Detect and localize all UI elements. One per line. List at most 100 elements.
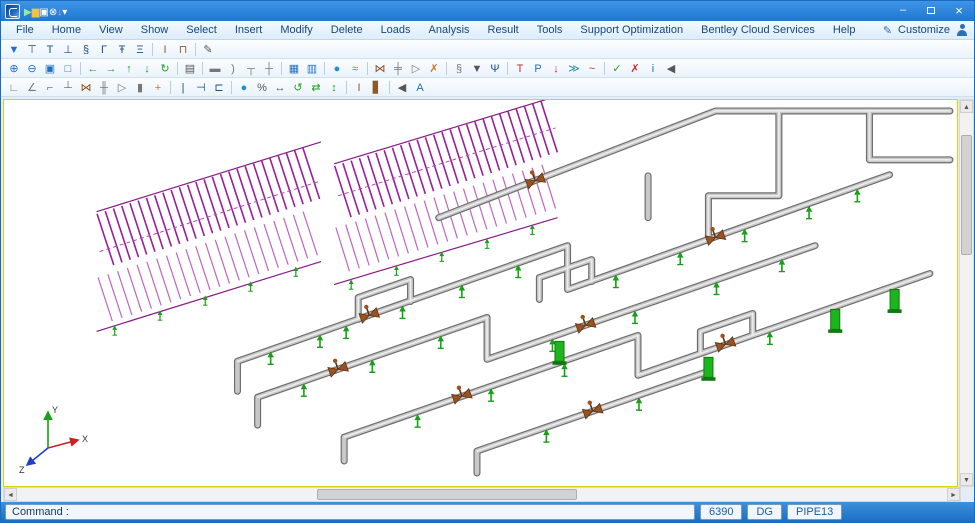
weight-icon[interactable]: ▼ xyxy=(468,60,486,77)
miter-bend-icon[interactable]: ⌐ xyxy=(41,79,59,96)
gate-valve-icon[interactable]: ⋈ xyxy=(77,79,95,96)
audio-note-icon[interactable]: ◀ xyxy=(662,60,680,77)
maximize-button[interactable] xyxy=(918,3,944,19)
menu-item-insert[interactable]: Insert xyxy=(226,22,272,38)
flange-pair-icon[interactable]: ╫ xyxy=(95,79,113,96)
new-model-icon[interactable]: ▶ xyxy=(24,7,32,18)
percent-icon[interactable]: % xyxy=(253,79,271,96)
menu-item-select[interactable]: Select xyxy=(177,22,226,38)
weld-icon[interactable]: ✗ xyxy=(425,60,443,77)
menu-item-delete[interactable]: Delete xyxy=(322,22,372,38)
tee-icon[interactable]: ┬ xyxy=(242,60,260,77)
menu-item-help[interactable]: Help xyxy=(824,22,865,38)
flange-icon[interactable]: ╪ xyxy=(389,60,407,77)
beam-icon[interactable]: I xyxy=(156,41,174,58)
close-button[interactable]: × xyxy=(946,3,972,19)
pan-down-icon[interactable]: ↓ xyxy=(138,60,156,77)
menu-item-analysis[interactable]: Analysis xyxy=(420,22,479,38)
save-icon[interactable]: ▣ xyxy=(39,7,48,18)
frame-icon[interactable]: ⊓ xyxy=(174,41,192,58)
scroll-up-icon[interactable]: ▲ xyxy=(960,100,973,113)
menu-item-loads[interactable]: Loads xyxy=(372,22,420,38)
info-icon[interactable]: i xyxy=(644,60,662,77)
force-icon[interactable]: ↓ xyxy=(547,60,565,77)
model-viewport[interactable]: Y X Z xyxy=(3,99,958,487)
scroll-left-icon[interactable]: ◄ xyxy=(4,488,17,501)
pan-up-icon[interactable]: ↑ xyxy=(120,60,138,77)
grid-icon[interactable]: ▦ xyxy=(285,60,303,77)
column-icon[interactable]: ▋ xyxy=(368,79,386,96)
anchor-icon[interactable]: Ψ xyxy=(486,60,504,77)
menu-item-bentley-cloud-services[interactable]: Bentley Cloud Services xyxy=(692,22,824,38)
drop-icon[interactable]: ● xyxy=(235,79,253,96)
customize-menu[interactable]: Customize xyxy=(898,24,950,36)
check-model-icon[interactable]: ✓ xyxy=(608,60,626,77)
vertical-scrollbar[interactable]: ▲ ▼ xyxy=(959,99,974,487)
support-rod-icon[interactable]: Ŧ xyxy=(113,41,131,58)
rotate-ccw-icon[interactable]: ↺ xyxy=(289,79,307,96)
command-input[interactable]: Command : xyxy=(5,504,695,520)
zoom-in-icon[interactable]: ⊕ xyxy=(5,60,23,77)
print-icon[interactable]: ▤ xyxy=(181,60,199,77)
elbow-45-icon[interactable]: ∠ xyxy=(23,79,41,96)
support-spring-icon[interactable]: § xyxy=(77,41,95,58)
hscroll-thumb[interactable] xyxy=(317,489,577,500)
dimension-icon[interactable]: ↔ xyxy=(271,79,289,96)
delete-icon[interactable]: ✗ xyxy=(626,60,644,77)
menu-item-modify[interactable]: Modify xyxy=(271,22,321,38)
menu-item-view[interactable]: View xyxy=(90,22,132,38)
reducer-con-icon[interactable]: ▷ xyxy=(113,79,131,96)
text-note-icon[interactable]: A xyxy=(411,79,429,96)
hanger-rod-icon[interactable]: | xyxy=(174,79,192,96)
support-guide-icon[interactable]: T xyxy=(41,41,59,58)
quick-access-menu-icon[interactable]: ▾ xyxy=(62,7,67,18)
rotate-view-icon[interactable]: ↻ xyxy=(156,60,174,77)
wind-load-icon[interactable]: ≫ xyxy=(565,60,583,77)
support-anchor-icon[interactable]: ⊤ xyxy=(23,41,41,58)
zoom-out-icon[interactable]: ⊖ xyxy=(23,60,41,77)
cross-icon[interactable]: ┼ xyxy=(260,60,278,77)
vscroll-track[interactable] xyxy=(960,113,973,473)
zoom-extents-icon[interactable]: □ xyxy=(59,60,77,77)
zoom-window-icon[interactable]: ▣ xyxy=(41,60,59,77)
minimize-button[interactable]: – xyxy=(890,3,916,19)
pipe-run-icon[interactable]: ▬ xyxy=(206,60,224,77)
temperature-icon[interactable]: T xyxy=(511,60,529,77)
insulation-icon[interactable]: ≈ xyxy=(346,60,364,77)
scroll-down-icon[interactable]: ▼ xyxy=(960,473,973,486)
valve-icon[interactable]: ⋈ xyxy=(371,60,389,77)
mirror-icon[interactable]: ⇄ xyxy=(307,79,325,96)
hscroll-track[interactable] xyxy=(17,488,947,501)
elbow-90-icon[interactable]: ∟ xyxy=(5,79,23,96)
bend-icon[interactable]: ) xyxy=(224,60,242,77)
stretch-icon[interactable]: ↕ xyxy=(325,79,343,96)
menu-item-show[interactable]: Show xyxy=(132,22,178,38)
edit-pen-icon[interactable]: ✎ xyxy=(199,41,217,58)
section-icon[interactable]: ▥ xyxy=(303,60,321,77)
fluid-drop-icon[interactable]: ● xyxy=(328,60,346,77)
user-account-icon[interactable] xyxy=(956,24,968,36)
reducer-icon[interactable]: ▷ xyxy=(407,60,425,77)
seismic-icon[interactable]: ~ xyxy=(583,60,601,77)
menu-item-result[interactable]: Result xyxy=(479,22,528,38)
horizontal-scrollbar[interactable]: ◄ ► xyxy=(3,487,961,502)
menu-item-tools[interactable]: Tools xyxy=(528,22,572,38)
vscroll-thumb[interactable] xyxy=(961,135,972,255)
show-hide-filter-icon[interactable]: ▼ xyxy=(5,41,23,58)
pan-left-icon[interactable]: ← xyxy=(84,60,102,77)
menu-item-file[interactable]: File xyxy=(7,22,43,38)
pan-right-icon[interactable]: → xyxy=(102,60,120,77)
menu-item-support-optimization[interactable]: Support Optimization xyxy=(571,22,692,38)
app-icon[interactable] xyxy=(5,4,20,19)
menu-item-home[interactable]: Home xyxy=(43,22,90,38)
beam-i-icon[interactable]: I xyxy=(350,79,368,96)
cap-icon[interactable]: ▮ xyxy=(131,79,149,96)
support-damper-icon[interactable]: Ξ xyxy=(131,41,149,58)
support-hanger-icon[interactable]: Γ xyxy=(95,41,113,58)
snubber-icon[interactable]: ⊣ xyxy=(192,79,210,96)
scroll-right-icon[interactable]: ► xyxy=(947,488,960,501)
tee-branch-icon[interactable]: ┴ xyxy=(59,79,77,96)
pressure-icon[interactable]: P xyxy=(529,60,547,77)
weld-point-icon[interactable]: + xyxy=(149,79,167,96)
speaker-icon[interactable]: ◀ xyxy=(393,79,411,96)
